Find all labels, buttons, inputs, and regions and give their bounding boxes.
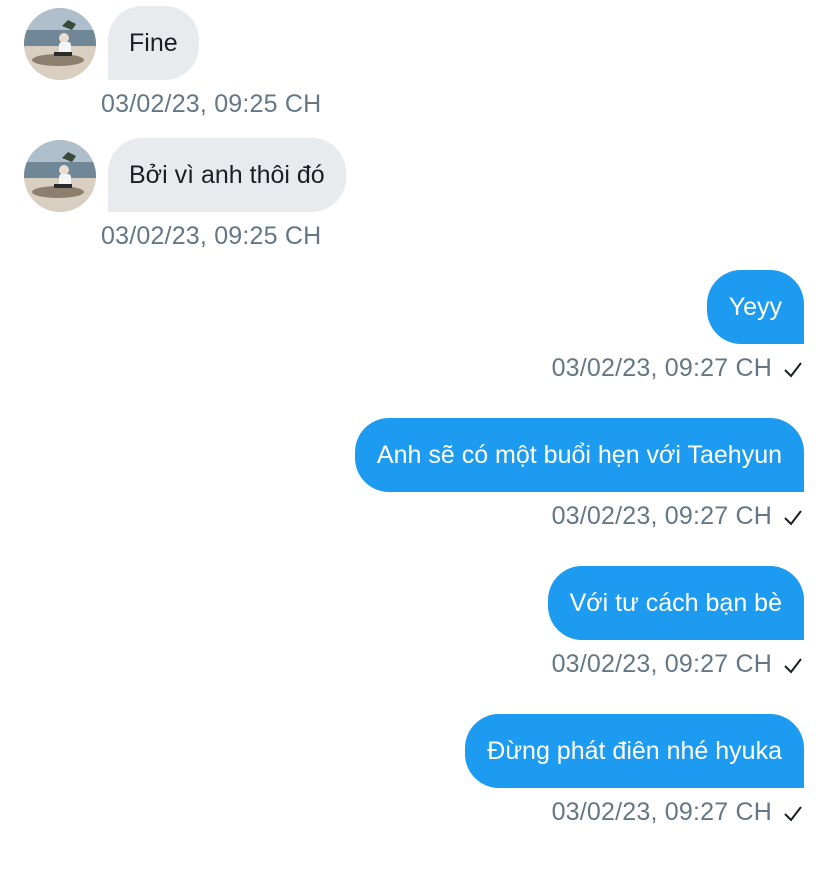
- message-bubble[interactable]: Yeyy: [706, 270, 804, 344]
- avatar[interactable]: [24, 140, 96, 212]
- message-bubble[interactable]: Anh sẽ có một buổi hẹn với Taehyun: [354, 418, 804, 492]
- checkmark-icon: [784, 361, 802, 378]
- message-bubble[interactable]: Đừng phát điên nhé hyuka: [465, 714, 804, 788]
- message-meta: 03/02/23, 09:27 CH: [552, 502, 804, 531]
- checkmark-icon: [784, 805, 802, 822]
- message-bubble[interactable]: Bởi vì anh thôi đó: [108, 138, 346, 212]
- message-meta: 03/02/23, 09:27 CH: [552, 798, 804, 827]
- message-timestamp: 03/02/23, 09:27 CH: [551, 502, 772, 530]
- message-bubble[interactable]: Fine: [108, 6, 199, 80]
- avatar[interactable]: [24, 8, 96, 80]
- message-timestamp: 03/02/23, 09:25 CH: [101, 222, 322, 250]
- checkmark-icon: [784, 509, 802, 526]
- message-timestamp: 03/02/23, 09:27 CH: [551, 798, 772, 826]
- message-meta: 03/02/23, 09:27 CH: [552, 354, 804, 383]
- message-timestamp: 03/02/23, 09:27 CH: [551, 354, 772, 382]
- message-bubble[interactable]: Với tư cách bạn bè: [547, 566, 804, 640]
- message-timestamp: 03/02/23, 09:27 CH: [551, 650, 772, 678]
- message-thread: Fine 03/02/23, 09:25 CH Bởi vì anh thôi …: [0, 0, 828, 875]
- checkmark-icon: [784, 657, 802, 674]
- message-meta: 03/02/23, 09:27 CH: [552, 650, 804, 679]
- message-timestamp: 03/02/23, 09:25 CH: [101, 90, 322, 118]
